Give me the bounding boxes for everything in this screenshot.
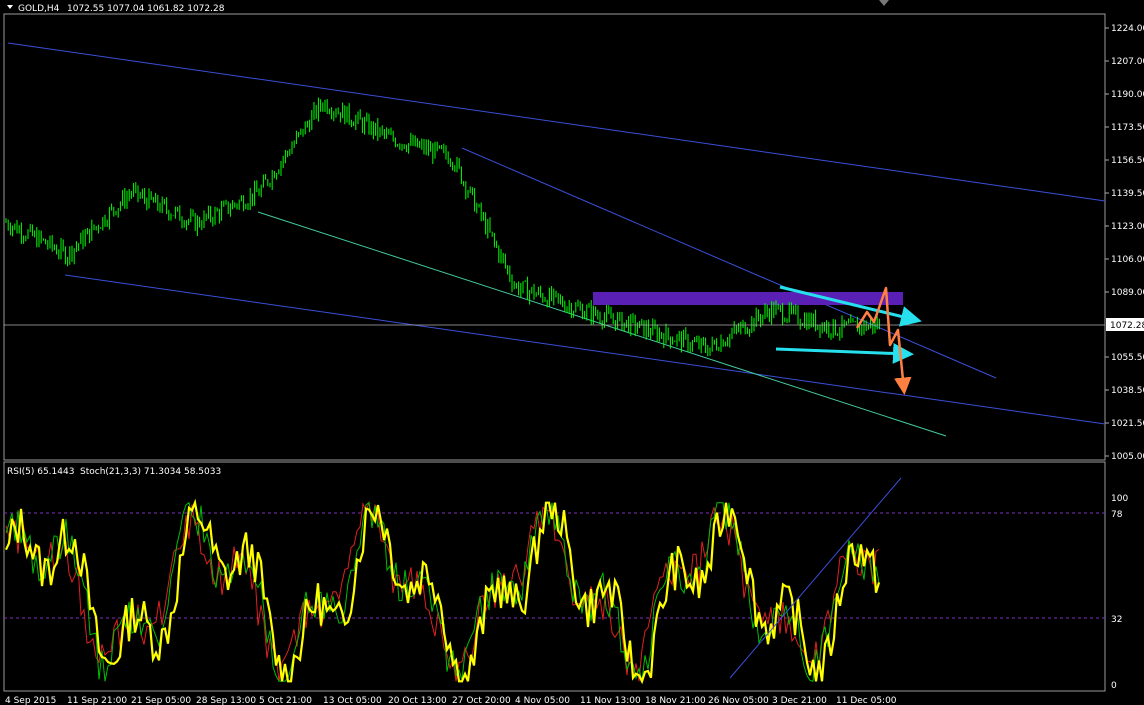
time-tick: 28 Sep 13:00 [196,696,256,705]
price-tick: 1224.00 [1111,24,1144,34]
time-tick: 11 Sep 21:00 [67,696,127,705]
shift-marker-icon[interactable] [879,0,889,6]
time-tick: 11 Dec 05:00 [836,696,897,705]
stoch-signal-line [5,500,880,682]
indicator-axis: 100 78 32 0 [1111,494,1128,691]
indicator-tick: 78 [1111,510,1123,520]
symbol-label: GOLD,H4 [18,4,60,14]
price-tick: 1139.50 [1111,189,1144,199]
time-tick: 20 Oct 13:00 [388,696,447,705]
candle-series [5,97,880,357]
time-tick: 27 Oct 20:00 [452,696,511,705]
upper-channel-line [7,42,1106,202]
price-tick: 1156.50 [1111,156,1144,166]
indicator-tick: 32 [1111,615,1122,625]
time-tick: 21 Sep 05:00 [131,696,191,705]
time-tick: 4 Nov 05:00 [515,696,570,705]
price-tick: 1089.00 [1111,288,1144,298]
chart-canvas[interactable]: GOLD,H4 1072.55 1077.04 1061.82 1072.28 … [0,0,1144,705]
price-tick: 1190.00 [1111,90,1144,100]
time-tick: 3 Dec 21:00 [772,696,827,705]
price-tick: 1123.00 [1111,222,1144,232]
price-tick: 1005.00 [1111,452,1144,462]
lower-channel-line [64,274,1106,425]
current-price-label: 1072.28 [1110,321,1144,331]
resistance-zone [593,292,903,305]
cyan-arrow-lower [775,342,914,364]
price-tick: 1021.50 [1111,419,1144,429]
stoch-main-line [5,501,880,682]
ohlc-readout: 1072.55 1077.04 1061.82 1072.28 [67,4,225,14]
time-tick: 18 Nov 21:00 [645,696,706,705]
oscillator-series [5,498,881,685]
symbol-dropdown-icon[interactable] [7,5,13,9]
indicator-tick: 100 [1111,494,1128,504]
price-tick: 1038.50 [1111,386,1144,396]
price-tick: 1207.00 [1111,57,1144,67]
main-panel-frame [3,13,1106,461]
indicator-tick: 0 [1111,681,1117,691]
rsi-line [5,498,881,685]
time-tick: 5 Oct 21:00 [259,696,312,705]
price-tick: 1173.50 [1111,123,1144,133]
trendlines [7,42,1106,437]
rsi-label: RSI(5) 65.1443 [7,467,74,477]
time-tick: 13 Oct 05:00 [323,696,382,705]
time-tick: 4 Sep 2015 [5,696,56,705]
price-axis: 1224.00 1207.00 1190.00 1173.50 1156.50 … [1105,24,1144,462]
time-axis: 4 Sep 2015 11 Sep 21:00 21 Sep 05:00 28 … [5,696,897,705]
stoch-label: Stoch(21,3,3) 71.3034 58.5033 [80,467,221,477]
time-tick: 26 Nov 05:00 [708,696,769,705]
price-tick: 1106.00 [1111,255,1144,265]
price-tick: 1055.50 [1111,353,1144,363]
time-tick: 11 Nov 13:00 [580,696,641,705]
